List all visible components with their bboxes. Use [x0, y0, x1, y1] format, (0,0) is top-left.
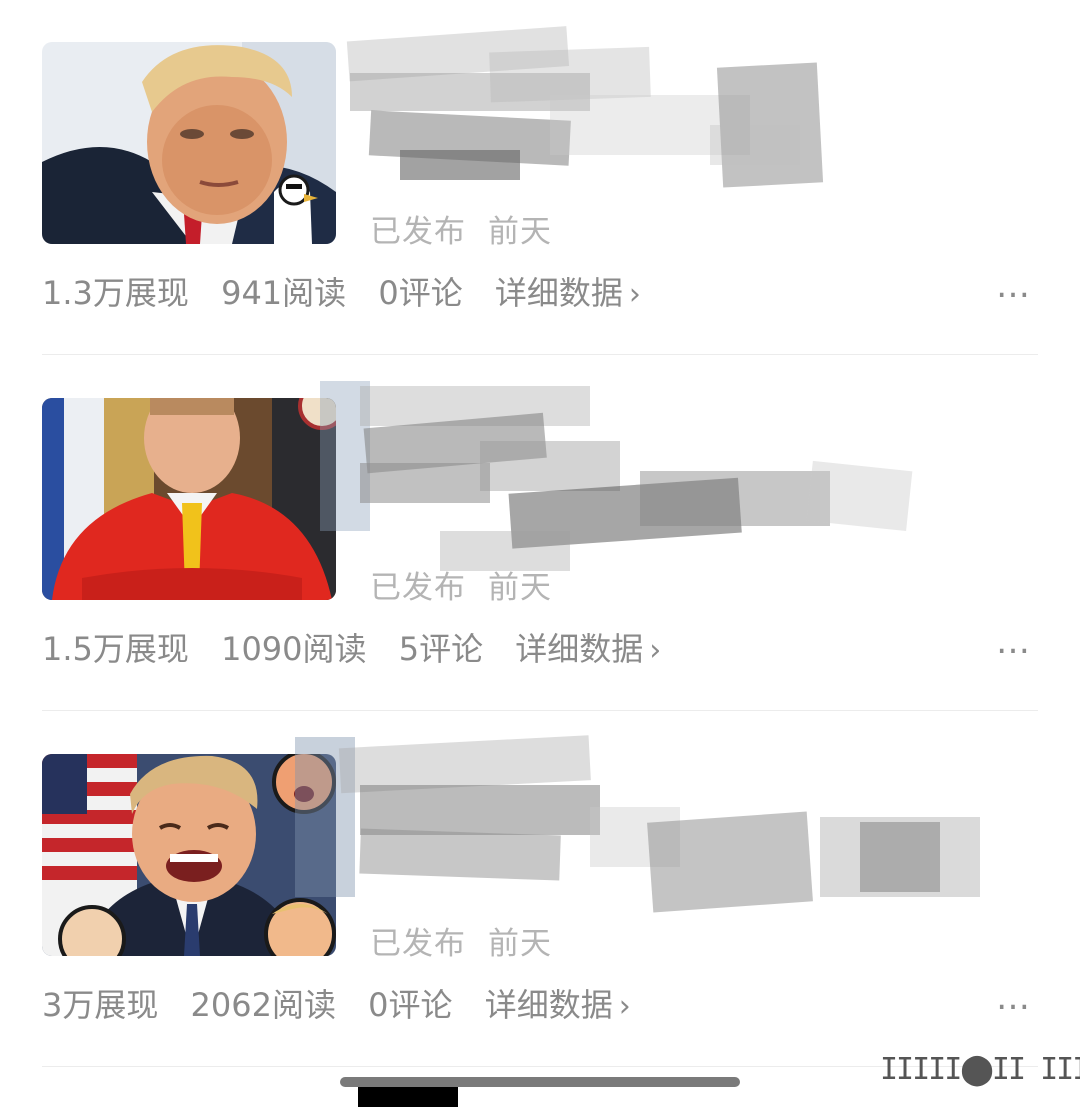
article-thumbnail[interactable]: [42, 42, 336, 244]
status-label: 已发布: [370, 570, 466, 606]
comments-count: 0评论: [378, 274, 463, 312]
impressions-count: 1.5万展现: [42, 630, 189, 668]
detail-data-link[interactable]: 详细数据 ›: [485, 986, 631, 1024]
detail-data-label: 详细数据: [515, 630, 644, 668]
chevron-right-icon: ›: [649, 633, 662, 668]
redacted-title: [295, 727, 980, 927]
article-thumbnail[interactable]: [42, 398, 336, 600]
status-label: 已发布: [370, 214, 466, 250]
detail-data-link[interactable]: 详细数据 ›: [495, 274, 641, 312]
impressions-count: 3万展现: [42, 986, 159, 1024]
redacted-title: [340, 15, 980, 215]
redacted-title: [320, 371, 980, 571]
chevron-right-icon: ›: [618, 989, 631, 1024]
comments-count: 5评论: [398, 630, 484, 668]
detail-data-link[interactable]: 详细数据 ›: [515, 630, 661, 668]
article-item-3[interactable]: 已发布 前天 3万展现 2062阅读 0评论 详细数据 › …: [0, 712, 1080, 1068]
chevron-right-icon: ›: [628, 277, 641, 312]
more-options-icon[interactable]: …: [996, 981, 1032, 1015]
publish-status: 已发布 前天: [370, 206, 574, 251]
home-indicator[interactable]: [340, 1077, 740, 1087]
article-stats: 1.5万展现 1090阅读 5评论 详细数据 ›: [42, 624, 661, 670]
corner-watermark: IIIII⬤II III: [880, 1052, 1080, 1087]
publish-date: 前天: [488, 926, 552, 962]
publish-status: 已发布 前天: [370, 562, 574, 607]
comments-count: 0评论: [368, 986, 453, 1024]
article-stats: 3万展现 2062阅读 0评论 详细数据 ›: [42, 980, 631, 1026]
article-item-1[interactable]: 已发布 前天 1.3万展现 941阅读 0评论 详细数据 › …: [0, 0, 1080, 356]
more-options-icon[interactable]: …: [996, 625, 1032, 659]
article-list-page: 已发布 前天 1.3万展现 941阅读 0评论 详细数据 › … 已发布 前天 …: [0, 0, 1080, 1107]
more-options-icon[interactable]: …: [996, 269, 1032, 303]
status-label: 已发布: [370, 926, 466, 962]
article-thumbnail[interactable]: [42, 754, 336, 956]
publish-date: 前天: [488, 570, 552, 606]
detail-data-label: 详细数据: [494, 274, 623, 312]
article-stats: 1.3万展现 941阅读 0评论 详细数据 ›: [42, 268, 641, 314]
reads-count: 2062阅读: [190, 986, 336, 1024]
reads-count: 941阅读: [221, 274, 347, 312]
detail-data-label: 详细数据: [484, 986, 613, 1024]
divider: [42, 354, 1038, 355]
divider: [42, 710, 1038, 711]
publish-status: 已发布 前天: [370, 918, 574, 963]
publish-date: 前天: [488, 214, 552, 250]
article-item-2[interactable]: 已发布 前天 1.5万展现 1090阅读 5评论 详细数据 › …: [0, 356, 1080, 712]
impressions-count: 1.3万展现: [42, 274, 189, 312]
reads-count: 1090阅读: [221, 630, 367, 668]
